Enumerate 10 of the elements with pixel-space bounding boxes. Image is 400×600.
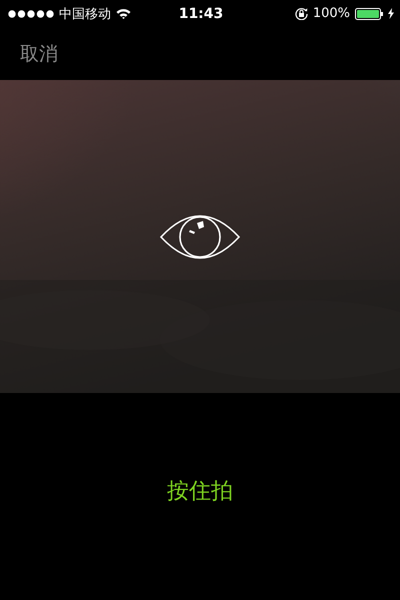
charging-icon <box>388 8 394 19</box>
record-button[interactable]: 按住拍 <box>159 472 241 510</box>
battery-icon <box>354 8 383 20</box>
battery-percent: 100% <box>312 6 350 21</box>
carrier-name: 中国移动 <box>59 6 111 22</box>
signal-icon <box>8 10 54 18</box>
wifi-icon <box>116 8 131 19</box>
status-time: 11:43 <box>178 6 224 22</box>
cancel-button[interactable]: 取消 <box>20 40 58 66</box>
rotation-lock-icon <box>294 7 308 20</box>
